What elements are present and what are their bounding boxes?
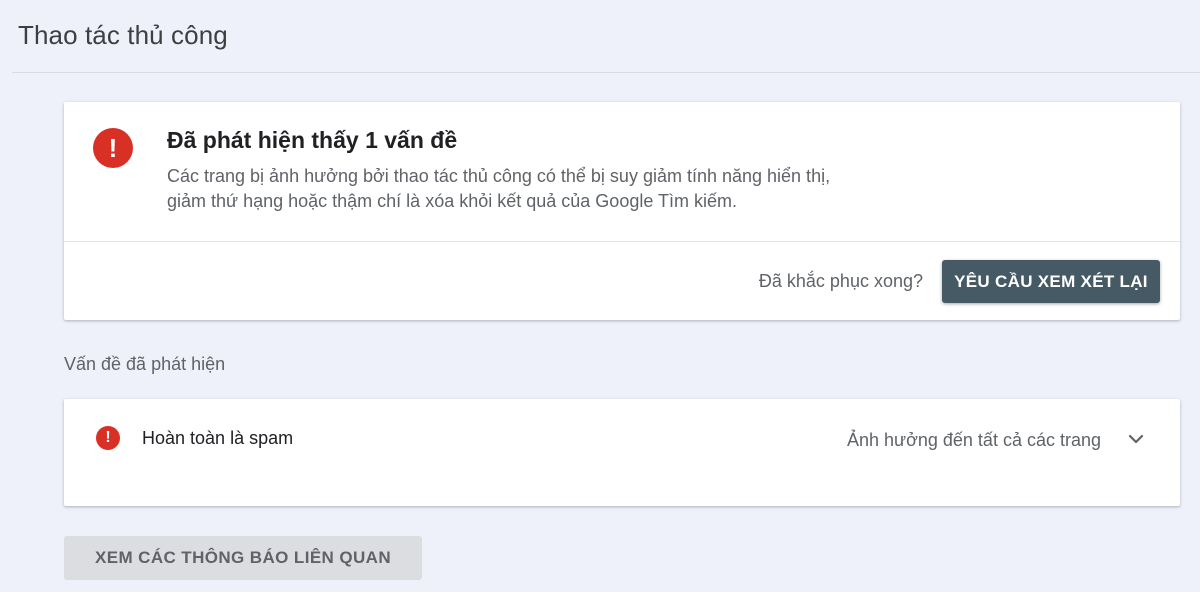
card-divider [64, 241, 1180, 242]
detected-issues-label: Vấn đề đã phát hiện [64, 354, 226, 374]
issue-title: Hoàn toàn là spam [142, 428, 294, 448]
view-related-notices-button[interactable]: XEM CÁC THÔNG BÁO LIÊN QUAN [64, 536, 422, 580]
request-review-button[interactable]: YÊU CẦU XEM XÉT LẠI [942, 260, 1160, 303]
issue-scope: Ảnh hưởng đến tất cả các trang [846, 430, 1101, 450]
issues-summary-card: ! Đã phát hiện thấy 1 vấn đề Các trang b… [64, 102, 1180, 320]
summary-description: Các trang bị ảnh hưởng bởi thao tác thủ … [167, 166, 831, 211]
summary-heading: Đã phát hiện thấy 1 vấn đề [167, 127, 458, 153]
page-title: Thao tác thủ công [18, 20, 228, 50]
issue-row-spam[interactable]: ! Hoàn toàn là spam Ảnh hưởng đến tất cả… [64, 399, 1180, 506]
fixed-question-text: Đã khắc phục xong? [758, 271, 923, 291]
error-icon: ! [93, 128, 133, 168]
chevron-down-icon[interactable] [1126, 429, 1146, 449]
error-icon: ! [96, 426, 120, 450]
page-header: Thao tác thủ công [12, 0, 1200, 73]
